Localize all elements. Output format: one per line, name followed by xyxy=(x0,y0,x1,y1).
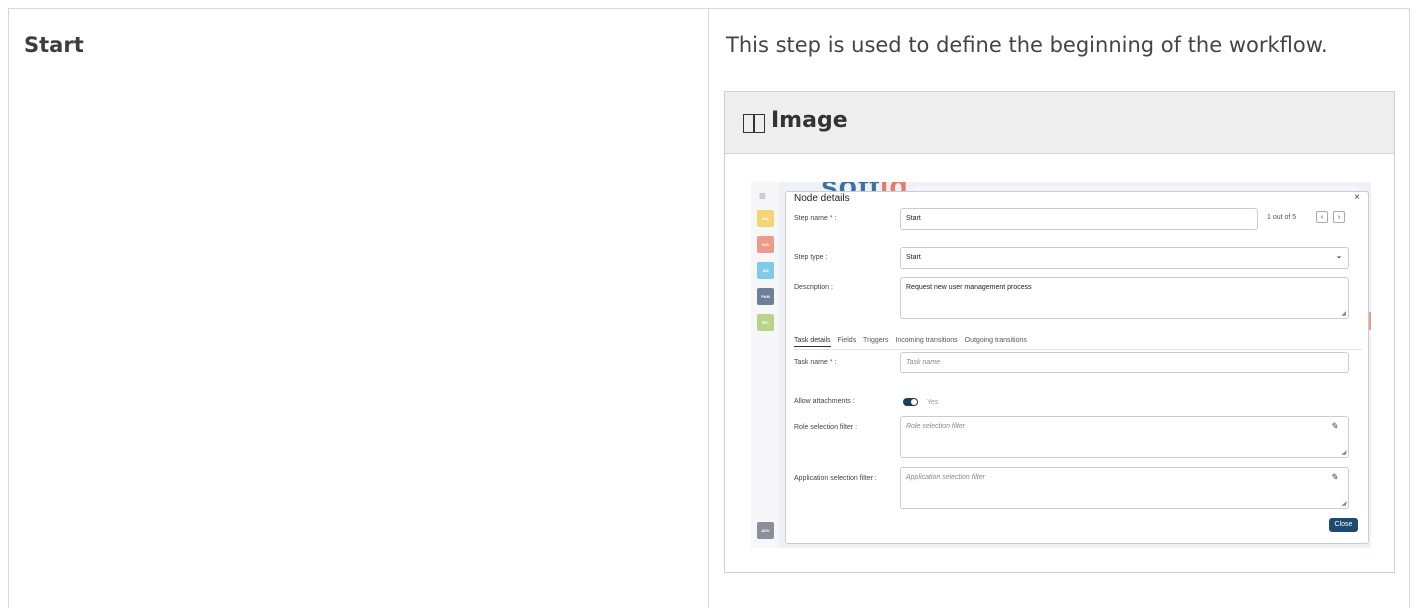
prev-button[interactable]: ‹ xyxy=(1316,211,1328,223)
app-filter-textarea[interactable]: Application selection filter ✎ ◢ xyxy=(900,467,1349,509)
pencil-icon[interactable]: ✎ xyxy=(1330,472,1338,483)
book-icon xyxy=(743,114,765,133)
right-cell: This step is used to define the beginnin… xyxy=(710,9,1410,608)
description-label: Description : xyxy=(794,284,833,291)
tab-triggers[interactable]: Triggers xyxy=(863,337,888,344)
role-filter-label: Role selection filter : xyxy=(794,424,858,431)
embedded-screenshot: ≡ IGA IGA AM PAM IRC ADV soffid Node det… xyxy=(751,182,1371,548)
node-details-dialog: Node details × Step name * : Start 1 out… xyxy=(785,191,1369,544)
step-title: Start xyxy=(24,33,84,57)
role-filter-textarea[interactable]: Role selection filter ✎ ◢ xyxy=(900,416,1349,458)
step-type-select[interactable]: Start ⌄ xyxy=(900,247,1349,269)
image-panel-header: Image xyxy=(725,92,1394,154)
tab-bar: Task details Fields Triggers Incoming tr… xyxy=(794,337,1032,347)
left-cell: Start xyxy=(9,9,709,608)
allow-attachments-label: Allow attachments : xyxy=(794,398,855,405)
rail-badge-2: IGA xyxy=(757,236,774,253)
tab-divider xyxy=(794,349,1362,350)
content-table: Start This step is used to define the be… xyxy=(8,8,1410,608)
dialog-title: Node details xyxy=(794,193,850,204)
image-panel: Image ≡ IGA IGA AM PAM IRC ADV soffid No… xyxy=(724,91,1395,573)
tab-incoming-transitions[interactable]: Incoming transitions xyxy=(895,337,957,344)
tab-fields[interactable]: Fields xyxy=(838,337,857,344)
step-description: This step is used to define the beginnin… xyxy=(726,33,1328,57)
close-button[interactable]: Close xyxy=(1329,518,1358,532)
image-panel-title: Image xyxy=(771,108,848,133)
app-sidebar: ≡ IGA IGA AM PAM IRC ADV xyxy=(751,182,779,548)
tab-outgoing-transitions[interactable]: Outgoing transitions xyxy=(965,337,1027,344)
rail-badge-3: AM xyxy=(757,262,774,279)
step-type-label: Step type : xyxy=(794,254,828,261)
task-name-label: Task name * : xyxy=(794,359,837,366)
pencil-icon[interactable]: ✎ xyxy=(1330,421,1338,432)
rail-badge-5: IRC xyxy=(757,314,774,331)
step-name-label: Step name * : xyxy=(794,215,837,222)
rail-badge-4: PAM xyxy=(757,288,774,305)
tab-task-details[interactable]: Task details xyxy=(794,337,831,347)
chevron-down-icon: ⌄ xyxy=(1336,253,1342,260)
allow-attachments-toggle[interactable] xyxy=(903,398,918,406)
description-textarea[interactable]: Request new user management process ◢ xyxy=(900,277,1349,319)
pager-text: 1 out of 5 xyxy=(1267,214,1297,221)
task-name-input[interactable]: Task name xyxy=(900,352,1349,373)
resize-grip-icon: ◢ xyxy=(1341,450,1346,456)
app-filter-label: Application selection filter : xyxy=(794,475,877,482)
next-button[interactable]: › xyxy=(1333,211,1345,223)
step-name-input[interactable]: Start xyxy=(900,208,1258,230)
resize-grip-icon: ◢ xyxy=(1341,501,1346,507)
close-icon[interactable]: × xyxy=(1354,192,1360,203)
resize-grip-icon: ◢ xyxy=(1341,311,1346,317)
rail-badge-6: ADV xyxy=(757,522,774,539)
rail-badge-1: IGA xyxy=(757,210,774,227)
menu-icon: ≡ xyxy=(759,189,767,203)
allow-attachments-value: Yes xyxy=(927,399,939,406)
